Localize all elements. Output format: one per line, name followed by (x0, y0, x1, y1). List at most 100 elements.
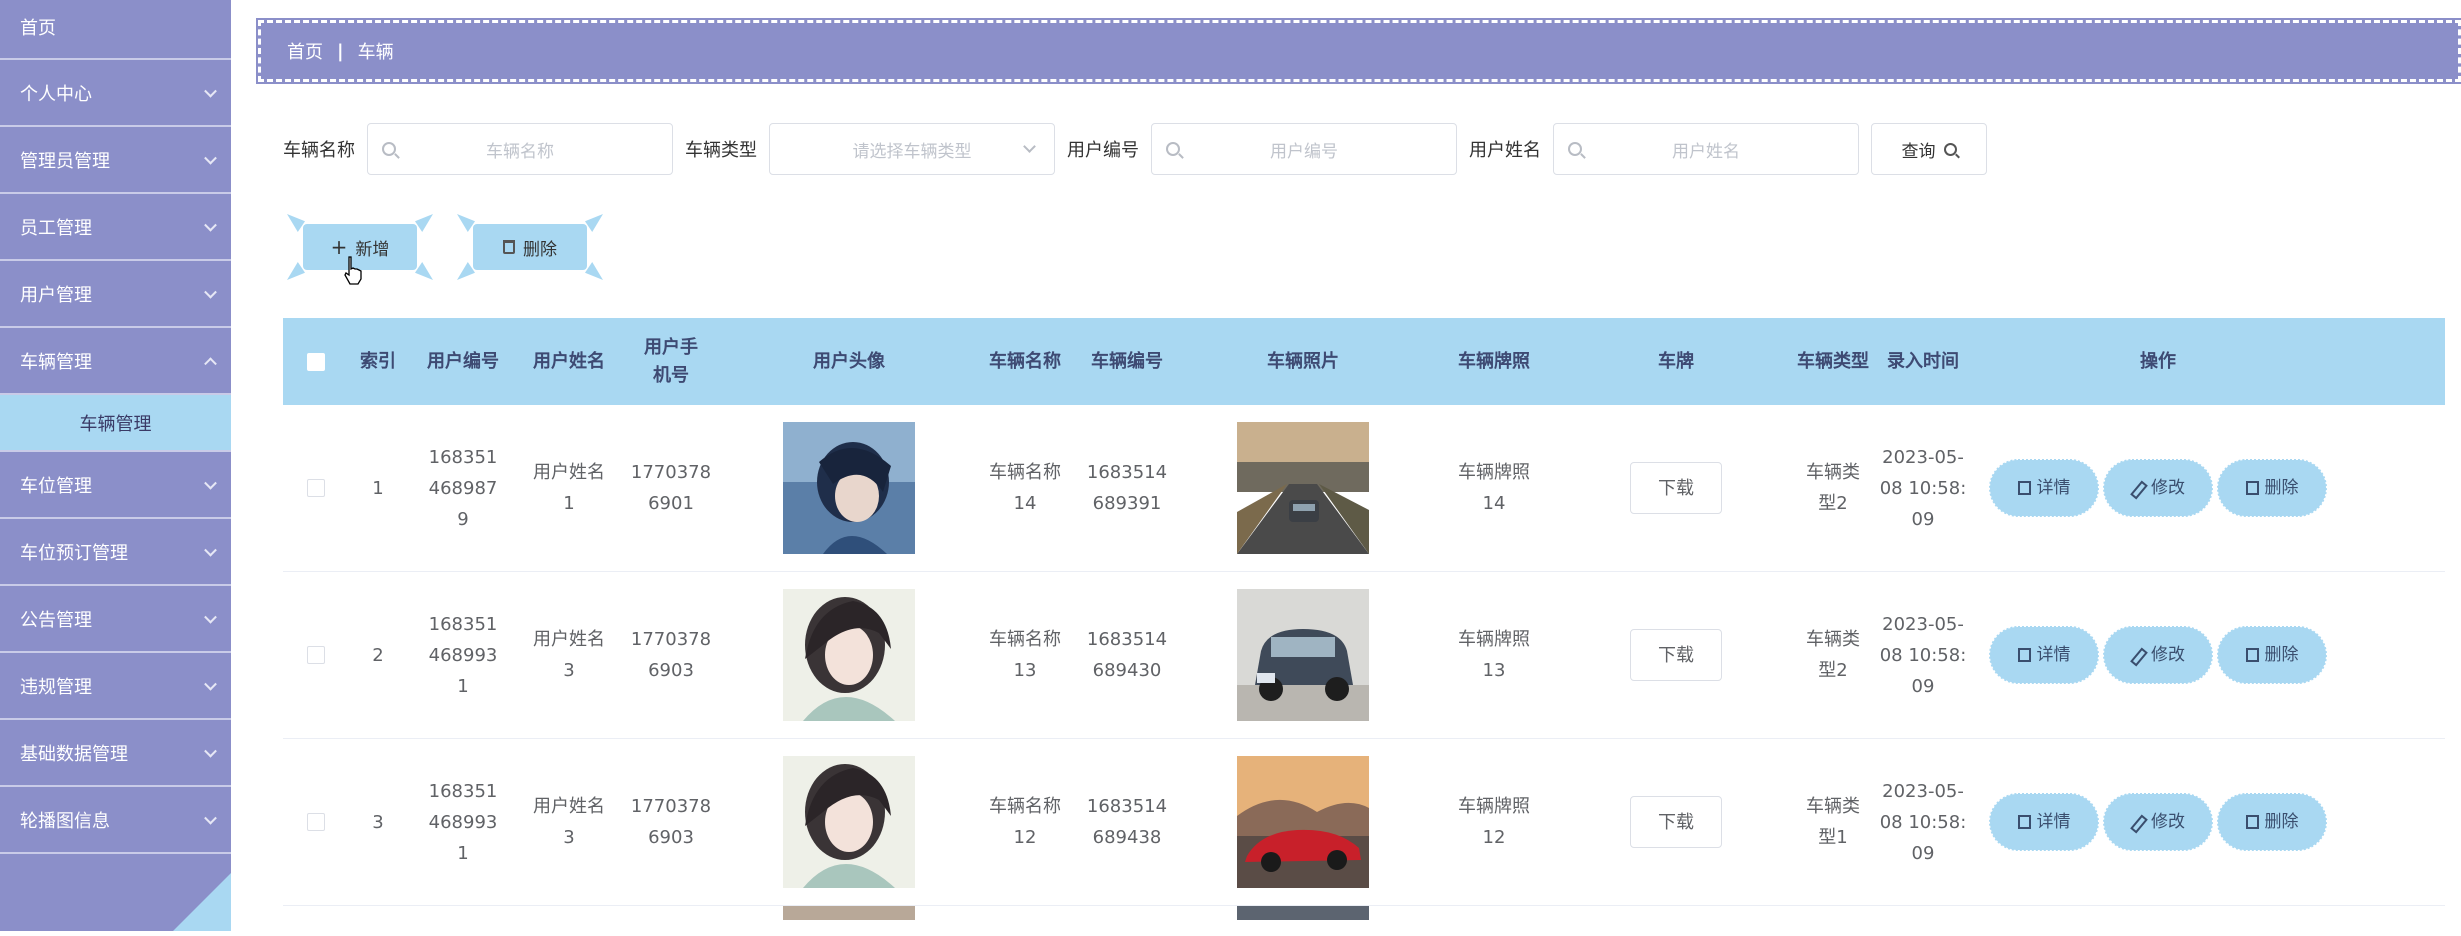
cell-license: 车辆牌照12 (1458, 796, 1530, 848)
detail-button[interactable]: 详情 (1989, 459, 2099, 517)
sidebar-item-label: 违规管理 (20, 676, 92, 698)
car-photo-image[interactable] (1237, 906, 1369, 920)
document-icon (2017, 481, 2031, 495)
select-all-checkbox[interactable] (307, 352, 325, 371)
edit-button[interactable]: 修改 (2103, 793, 2213, 851)
cell-phone: 17703786903 (630, 629, 712, 681)
chevron-down-icon (204, 744, 217, 758)
col-created: 录入时间 (1887, 350, 1959, 372)
download-button[interactable]: 下载 (1630, 796, 1722, 848)
sidebar-item-staff[interactable]: 员工管理 (0, 194, 231, 261)
detail-button[interactable]: 详情 (1989, 626, 2099, 684)
button-decoration (457, 262, 475, 280)
car-type-placeholder: 请选择车辆类型 (852, 141, 972, 162)
user-avatar-image[interactable] (783, 756, 915, 888)
car-photo-image[interactable] (1237, 422, 1369, 554)
cell-user-name: 用户姓名3 (533, 796, 605, 848)
col-user-no: 用户编号 (427, 350, 499, 372)
cell-phone: 17703786903 (630, 796, 712, 848)
trash-icon (2245, 815, 2259, 829)
cell-user-name: 用户姓名1 (533, 462, 605, 514)
pencil-icon (2131, 648, 2145, 662)
download-button[interactable]: 下载 (1630, 462, 1722, 514)
cell-license: 车辆牌照13 (1458, 629, 1530, 681)
plus-icon: + (330, 235, 348, 259)
submenu-item-label: 车辆管理 (79, 413, 152, 435)
detail-label: 详情 (2036, 644, 2071, 665)
table-row: 3 1683514689931 用户姓名3 17703786903 车辆名称12… (283, 739, 2445, 906)
row-checkbox[interactable] (307, 479, 325, 497)
cell-car-no: 1683514689391 (1086, 462, 1168, 514)
chevron-down-icon (204, 610, 217, 624)
edit-button[interactable]: 修改 (2103, 626, 2213, 684)
cell-index: 2 (372, 644, 384, 666)
detail-button[interactable]: 详情 (1989, 793, 2099, 851)
car-name-placeholder: 车辆名称 (486, 141, 554, 162)
chevron-down-icon (204, 543, 217, 557)
delete-label: 删除 (2264, 811, 2299, 832)
submenu-item-vehicle-management[interactable]: 车辆管理 (0, 395, 231, 452)
sidebar-item-personal-center[interactable]: 个人中心 (0, 60, 231, 127)
edit-label: 修改 (2151, 477, 2185, 498)
cell-user-no: 1683514689879 (428, 446, 498, 530)
cell-car-name: 车辆名称13 (989, 629, 1061, 681)
user-avatar-image[interactable] (783, 422, 915, 554)
sidebar-item-label: 员工管理 (20, 217, 92, 239)
car-photo-image[interactable] (1237, 589, 1369, 721)
sidebar-item-parking-spaces[interactable]: 车位管理 (0, 452, 231, 519)
pencil-icon (2131, 481, 2145, 495)
batch-delete-button[interactable]: 删除 (457, 214, 603, 280)
edit-button[interactable]: 修改 (2103, 459, 2213, 517)
car-type-select[interactable]: 请选择车辆类型 (769, 123, 1055, 175)
cell-created: 2023-05-08 10:58:09 (1879, 446, 1967, 530)
breadcrumb-home-link[interactable]: 首页 (287, 38, 323, 64)
sidebar-item-carousel[interactable]: 轮播图信息 (0, 787, 231, 854)
cell-car-type: 车辆类型2 (1806, 462, 1860, 514)
user-name-input[interactable]: 用户姓名 (1553, 123, 1859, 175)
sidebar-item-home[interactable]: 首页 (0, 0, 231, 60)
trash-icon (503, 240, 515, 254)
user-name-placeholder: 用户姓名 (1672, 141, 1740, 162)
sidebar-item-vehicles[interactable]: 车辆管理 (0, 328, 231, 395)
car-type-label: 车辆类型 (685, 140, 757, 161)
trash-icon (2245, 648, 2259, 662)
trash-icon (2245, 481, 2259, 495)
detail-label: 详情 (2036, 477, 2071, 498)
sidebar-item-admin[interactable]: 管理员管理 (0, 127, 231, 194)
user-avatar-image[interactable] (783, 589, 915, 721)
sidebar-item-violations[interactable]: 违规管理 (0, 653, 231, 720)
user-no-label: 用户编号 (1067, 140, 1139, 161)
sidebar-item-label: 用户管理 (20, 284, 92, 306)
col-user-name: 用户姓名 (533, 350, 605, 372)
button-decoration (585, 262, 603, 280)
query-button[interactable]: 查询 (1871, 123, 1987, 175)
user-avatar-image[interactable] (783, 906, 915, 920)
chevron-down-icon (204, 677, 217, 691)
sidebar-item-users[interactable]: 用户管理 (0, 261, 231, 328)
col-user-phone: 用户手机号 (644, 336, 698, 386)
cell-car-no: 1683514689438 (1086, 796, 1168, 848)
download-button[interactable]: 下载 (1630, 629, 1722, 681)
car-name-input[interactable]: 车辆名称 (367, 123, 673, 175)
delete-button[interactable]: 删除 (2217, 626, 2327, 684)
col-car-type: 车辆类型 (1797, 350, 1869, 372)
chevron-down-icon (204, 218, 217, 232)
search-form: 车辆名称 车辆名称 车辆类型 请选择车辆类型 用户编号 用户编号 用户姓名 用户… (283, 123, 1987, 175)
sidebar-item-label: 首页 (20, 18, 56, 39)
search-icon (1943, 142, 1957, 156)
cell-car-no: 1683514689430 (1086, 629, 1168, 681)
sidebar-item-label: 车辆管理 (20, 351, 92, 373)
sidebar-item-basic-data[interactable]: 基础数据管理 (0, 720, 231, 787)
user-no-input[interactable]: 用户编号 (1151, 123, 1457, 175)
sidebar-item-reservations[interactable]: 车位预订管理 (0, 519, 231, 586)
row-checkbox[interactable] (307, 646, 325, 664)
row-checkbox[interactable] (307, 813, 325, 831)
car-photo-image[interactable] (1237, 756, 1369, 888)
sidebar-item-announcements[interactable]: 公告管理 (0, 586, 231, 653)
col-avatar: 用户头像 (813, 350, 885, 372)
table-row (283, 906, 2445, 936)
table-header: 索引 用户编号 用户姓名 用户手机号 用户头像 车辆名称 车辆编号 车辆照片 车… (283, 318, 2445, 405)
delete-button[interactable]: 删除 (2217, 793, 2327, 851)
delete-button[interactable]: 删除 (2217, 459, 2327, 517)
sidebar-item-label: 基础数据管理 (20, 743, 128, 765)
